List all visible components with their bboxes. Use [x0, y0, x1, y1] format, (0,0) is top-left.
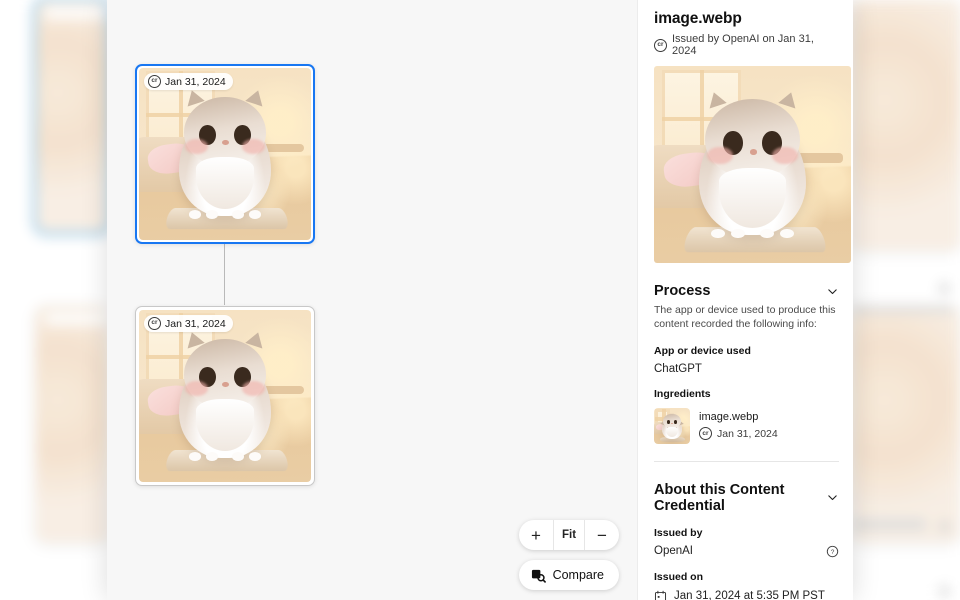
node-date-label: Jan 31, 2024	[165, 75, 226, 88]
node-date-chip: cr Jan 31, 2024	[144, 315, 233, 332]
background-heading	[852, 518, 926, 531]
zoom-in-button[interactable]: +	[519, 520, 553, 550]
background-node-chip	[44, 312, 108, 326]
app-or-device-value: ChatGPT	[654, 363, 839, 375]
ingredient-date-row: cr Jan 31, 2024	[699, 427, 778, 441]
about-heading: About this Content Credential	[654, 481, 785, 514]
compare-label: Compare	[552, 568, 604, 582]
content-credentials-icon: cr	[148, 317, 161, 330]
provenance-canvas[interactable]: cr Jan 31, 2024 cr Jan 31, 2024 + Fit − …	[107, 0, 637, 600]
content-credentials-icon: cr	[148, 75, 161, 88]
canvas-node[interactable]: cr Jan 31, 2024	[135, 306, 315, 486]
ingredients-label: Ingredients	[654, 387, 711, 400]
compare-button[interactable]: Compare	[518, 560, 619, 590]
zoom-control-group: + Fit −	[519, 520, 619, 550]
background-text-line	[852, 305, 954, 314]
issued-by-value: OpenAI	[654, 545, 693, 558]
cat-illustration	[654, 407, 690, 444]
process-description: The app or device used to produce this c…	[654, 304, 836, 330]
background-chevron	[938, 520, 951, 533]
ingredient-thumbnail	[654, 407, 690, 444]
background-panel-image	[852, 0, 960, 250]
canvas-controls: + Fit − Compare	[518, 520, 619, 590]
panel-issued-line: cr Issued by OpenAI on Jan 31, 2024	[654, 33, 839, 57]
canvas-node-selected[interactable]: cr Jan 31, 2024	[135, 64, 315, 244]
background-panel-image	[852, 306, 960, 542]
ingredient-name: image.webp	[699, 411, 759, 424]
zoom-out-button[interactable]: −	[585, 520, 619, 550]
svg-text:?: ?	[831, 549, 835, 556]
background-divider	[852, 498, 956, 499]
background-node-card	[36, 306, 108, 542]
panel-title: image.webp	[654, 10, 742, 27]
process-heading: Process	[654, 283, 711, 299]
content-credentials-modal: cr Jan 31, 2024 cr Jan 31, 2024 + Fit − …	[107, 0, 853, 600]
content-credentials-icon: cr	[699, 427, 712, 441]
app-value-text: ChatGPT	[654, 362, 702, 375]
background-icon	[938, 585, 951, 598]
compare-image-icon	[531, 568, 546, 583]
issued-on-label: Issued on	[654, 570, 704, 583]
process-section-header[interactable]: Process	[654, 283, 839, 299]
details-panel: image.webp cr Issued by OpenAI on Jan 31…	[637, 0, 853, 600]
ingredient-date: Jan 31, 2024	[717, 427, 778, 440]
cat-illustration	[139, 310, 311, 482]
chevron-down-icon[interactable]	[826, 285, 839, 298]
ingredient-meta: image.webp cr Jan 31, 2024	[699, 411, 778, 441]
about-section-header[interactable]: About this Content Credential	[654, 482, 839, 514]
calendar-icon	[654, 590, 667, 600]
node-date-label: Jan 31, 2024	[165, 317, 226, 330]
section-divider	[654, 460, 839, 462]
panel-issued-text: Issued by OpenAI on Jan 31, 2024	[672, 33, 814, 57]
background-node-card	[33, 0, 111, 235]
issued-by-label: Issued by	[654, 526, 703, 539]
chevron-down-icon[interactable]	[826, 491, 839, 504]
cat-illustration	[654, 66, 851, 263]
background-node-chip	[44, 6, 108, 20]
issued-on-row: Jan 31, 2024 at 5:35 PM PST	[654, 590, 839, 600]
background-chevron	[938, 282, 951, 295]
help-circle-icon[interactable]: ?	[826, 545, 839, 558]
panel-hero-image	[654, 66, 851, 263]
issued-by-row: OpenAI ?	[654, 545, 839, 558]
zoom-fit-button[interactable]: Fit	[553, 520, 585, 550]
content-credentials-icon: cr	[654, 38, 667, 52]
ingredient-item[interactable]: image.webp cr Jan 31, 2024	[654, 407, 839, 444]
issued-on-value: Jan 31, 2024 at 5:35 PM PST	[674, 590, 825, 600]
app-or-device-label: App or device used	[654, 344, 751, 357]
cat-illustration	[139, 68, 311, 240]
node-date-chip: cr Jan 31, 2024	[144, 73, 233, 90]
node-image: cr Jan 31, 2024	[139, 310, 311, 482]
node-image: cr Jan 31, 2024	[139, 68, 311, 240]
